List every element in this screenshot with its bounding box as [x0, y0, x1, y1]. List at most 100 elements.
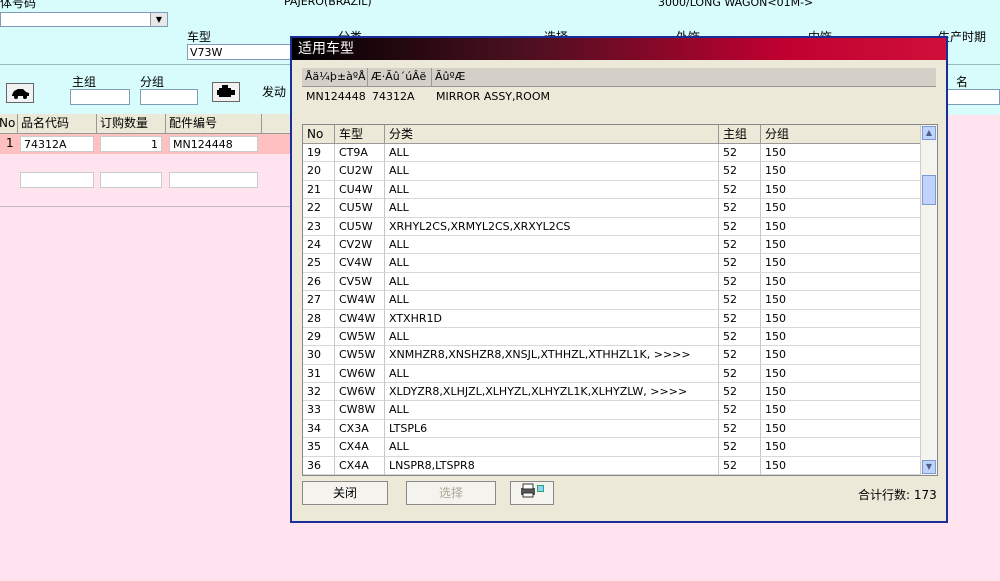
- list-header-sub[interactable]: 分组: [761, 125, 921, 143]
- applicable-models-dialog: 适用车型 Åä¼þ±àºÅ Æ·Ãû´úÂë ÃûºÆ MN124448 743…: [290, 36, 948, 523]
- row-category: LNSPR8,LTSPR8: [385, 456, 719, 475]
- row-category: ALL: [385, 438, 719, 457]
- table-row[interactable]: 1 74312A 1 MN124448: [0, 134, 292, 154]
- list-header-category[interactable]: 分类: [385, 125, 719, 143]
- row-code[interactable]: 74312A: [20, 136, 94, 152]
- name-input[interactable]: [946, 89, 1000, 105]
- row-sub-group: 150: [761, 180, 921, 199]
- row-sub-group: 150: [761, 364, 921, 383]
- info-header-code: Æ·Ãû´úÂë: [368, 68, 432, 86]
- scroll-thumb[interactable]: [922, 175, 936, 205]
- row-sub-group: 150: [761, 309, 921, 328]
- row-no: 33: [303, 401, 335, 420]
- row-main-group: 52: [719, 419, 761, 438]
- row-no: 26: [303, 272, 335, 291]
- row-no: 25: [303, 254, 335, 273]
- sub-group-input[interactable]: [140, 89, 198, 105]
- grid-header-part: 配件编号: [166, 114, 262, 133]
- table-row-empty[interactable]: [0, 154, 292, 207]
- engine-icon[interactable]: [212, 82, 240, 102]
- chassis-select[interactable]: ▼: [0, 12, 168, 27]
- row-no: 34: [303, 419, 335, 438]
- row-model: CU5W: [335, 199, 385, 218]
- list-item[interactable]: 23 CU5W XRHYL2CS,XRMYL2CS,XRXYL2CS 52 150: [303, 217, 921, 236]
- row-sub-group: 150: [761, 327, 921, 346]
- row-no: 31: [303, 364, 335, 383]
- grid-header-no: No: [0, 114, 18, 133]
- row-category: ALL: [385, 235, 719, 254]
- car-icon[interactable]: [6, 83, 34, 103]
- list-item[interactable]: 25 CV4W ALL 52 150: [303, 254, 921, 273]
- list-item[interactable]: 19 CT9A ALL 52 150: [303, 144, 921, 163]
- row-category: ALL: [385, 144, 719, 162]
- engine-label: 发动: [262, 85, 287, 99]
- list-item[interactable]: 29 CW5W ALL 52 150: [303, 327, 921, 347]
- list-item[interactable]: 31 CW6W ALL 52 150: [303, 364, 921, 384]
- list-item[interactable]: 35 CX4A ALL 52 150: [303, 438, 921, 457]
- order-grid: No 品名代码 订购数量 配件编号 1 74312A 1 MN124448: [0, 114, 292, 208]
- list-item[interactable]: 27 CW4W ALL 52 150: [303, 291, 921, 310]
- print-button[interactable]: [510, 481, 554, 505]
- vehicle-variant: 3000/LONG WAGON<01M->: [658, 0, 814, 9]
- list-item[interactable]: 26 CV5W ALL 52 150: [303, 272, 921, 292]
- row-sub-group: 150: [761, 199, 921, 218]
- main-group-input[interactable]: [70, 89, 130, 105]
- info-code: 74312A: [372, 90, 415, 103]
- list-header-model[interactable]: 车型: [335, 125, 385, 143]
- row-main-group: 52: [719, 401, 761, 420]
- row-sub-group: 150: [761, 235, 921, 254]
- list-header-main[interactable]: 主组: [719, 125, 761, 143]
- row-no: 1: [6, 136, 14, 150]
- list-item[interactable]: 36 CX4A LNSPR8,LTSPR8 52 150: [303, 456, 921, 475]
- list-item[interactable]: 34 CX3A LTSPL6 52 150: [303, 419, 921, 439]
- empty-cell[interactable]: [169, 172, 258, 188]
- list-header: No 车型 分类 主组 分组: [303, 125, 921, 144]
- row-sub-group: 150: [761, 346, 921, 365]
- row-no: 21: [303, 180, 335, 199]
- list-item[interactable]: 30 CW5W XNMHZR8,XNSHZR8,XNSJL,XTHHZL,XTHHZ…: [303, 346, 921, 365]
- row-no: 29: [303, 327, 335, 346]
- models-list[interactable]: No 车型 分类 主组 分组 19 CT9A ALL 52 150 20 CU2W ALL 52…: [302, 124, 938, 476]
- select-button[interactable]: 选择: [406, 481, 496, 505]
- row-category: ALL: [385, 199, 719, 218]
- empty-cell[interactable]: [100, 172, 162, 188]
- row-sub-group: 150: [761, 401, 921, 420]
- list-item[interactable]: 32 CW6W XLDYZR8,XLHJZL,XLHYZL,XLHYZL1K,XLH…: [303, 383, 921, 402]
- row-no: 19: [303, 144, 335, 162]
- row-sub-group: 150: [761, 144, 921, 162]
- sub-group-label: 分组: [140, 75, 165, 89]
- vehicle-name: PAJERO(BRAZIL): [284, 0, 372, 8]
- row-model: CX4A: [335, 438, 385, 457]
- row-part[interactable]: MN124448: [169, 136, 258, 152]
- row-main-group: 52: [719, 327, 761, 346]
- scroll-up-icon[interactable]: ▲: [922, 126, 936, 140]
- list-item[interactable]: 24 CV2W ALL 52 150: [303, 235, 921, 255]
- info-name: MIRROR ASSY,ROOM: [436, 90, 550, 103]
- close-button[interactable]: 关闭: [302, 481, 388, 505]
- grid-header-code: 品名代码: [18, 114, 97, 133]
- list-item[interactable]: 21 CU4W ALL 52 150: [303, 180, 921, 200]
- scroll-down-icon[interactable]: ▼: [922, 460, 936, 474]
- chassis-label: 车体号码: [0, 0, 37, 10]
- list-item[interactable]: 22 CU5W ALL 52 150: [303, 199, 921, 218]
- row-main-group: 52: [719, 144, 761, 162]
- row-sub-group: 150: [761, 254, 921, 273]
- model-label: 车型: [187, 30, 212, 44]
- row-model: CV5W: [335, 272, 385, 291]
- list-header-no[interactable]: No: [303, 125, 335, 143]
- empty-cell[interactable]: [20, 172, 94, 188]
- row-model: CU2W: [335, 162, 385, 181]
- model-field[interactable]: V73W: [187, 44, 291, 60]
- list-item[interactable]: 20 CU2W ALL 52 150: [303, 162, 921, 181]
- row-main-group: 52: [719, 438, 761, 457]
- row-model: CW8W: [335, 401, 385, 420]
- row-qty[interactable]: 1: [100, 136, 162, 152]
- row-model: CT9A: [335, 144, 385, 162]
- vertical-scrollbar[interactable]: ▲ ▼: [920, 125, 937, 475]
- grid-header-qty: 订购数量: [97, 114, 166, 133]
- row-no: 36: [303, 456, 335, 475]
- list-item[interactable]: 33 CW8W ALL 52 150: [303, 401, 921, 420]
- row-category: ALL: [385, 254, 719, 273]
- list-item[interactable]: 28 CW4W XTXHR1D 52 150: [303, 309, 921, 328]
- dropdown-arrow-icon[interactable]: ▼: [150, 13, 167, 26]
